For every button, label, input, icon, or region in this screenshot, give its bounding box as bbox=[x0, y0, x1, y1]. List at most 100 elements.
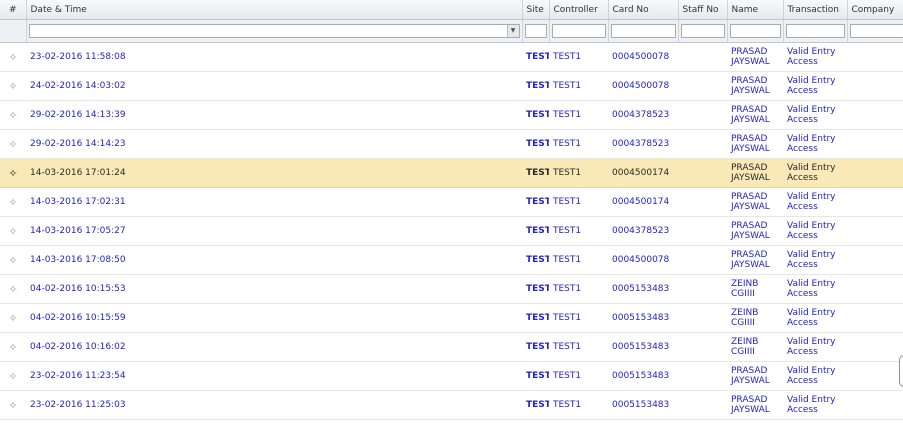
cell-company[interactable] bbox=[847, 42, 903, 72]
cell-site[interactable]: TEST bbox=[522, 361, 549, 391]
cell-datetime[interactable]: 14-03-2016 17:01:24 bbox=[26, 158, 522, 188]
cell-controller[interactable]: TEST1 bbox=[549, 100, 608, 130]
cell-controller[interactable]: TEST1 bbox=[549, 245, 608, 275]
cell-company[interactable] bbox=[847, 274, 903, 304]
drag-move-icon[interactable]: ✧ bbox=[0, 100, 26, 130]
cell-transaction[interactable]: Valid Entry Access bbox=[783, 361, 847, 391]
cell-controller[interactable]: TEST1 bbox=[549, 216, 608, 246]
cell-staff-no[interactable] bbox=[678, 274, 727, 304]
column-header-name[interactable]: Name bbox=[727, 0, 784, 20]
cell-staff-no[interactable] bbox=[678, 129, 727, 159]
drag-move-icon[interactable]: ✧ bbox=[0, 419, 26, 429]
cell-site[interactable]: TEST bbox=[522, 42, 549, 72]
cell-card-no[interactable]: 0004500174 bbox=[608, 158, 678, 188]
drag-move-icon[interactable]: ✧ bbox=[0, 390, 26, 420]
cell-transaction[interactable]: Valid Entry Access bbox=[783, 71, 847, 101]
cell-staff-no[interactable] bbox=[678, 216, 727, 246]
cell-transaction[interactable]: Valid Entry Access bbox=[783, 303, 847, 333]
cell-card-no[interactable] bbox=[608, 419, 678, 429]
cell-name[interactable]: ZEINB CGIIII bbox=[727, 332, 783, 362]
table-row[interactable]: ✧ 23-02-2016 11:23:54 TEST TEST1 0005153… bbox=[0, 361, 903, 391]
cell-datetime[interactable]: 14-03-2016 17:08:50 bbox=[26, 245, 522, 275]
drag-move-icon[interactable]: ✧ bbox=[0, 42, 26, 72]
cell-datetime[interactable]: 14-03-2016 17:05:27 bbox=[26, 216, 522, 246]
card-no-filter-input[interactable] bbox=[610, 24, 676, 38]
cell-datetime[interactable]: 23-02-2016 11:25:03 bbox=[26, 390, 522, 420]
cell-name[interactable]: PRASAD bbox=[727, 419, 783, 429]
drag-move-icon[interactable]: ✧ bbox=[0, 71, 26, 101]
table-row[interactable]: ✧ 14-03-2016 17:01:24 TEST TEST1 0004500… bbox=[0, 158, 903, 188]
drag-move-icon[interactable]: ✧ bbox=[0, 361, 26, 391]
cell-card-no[interactable]: 0005153483 bbox=[608, 274, 678, 304]
cell-controller[interactable]: TEST1 bbox=[549, 42, 608, 72]
cell-controller[interactable]: TEST1 bbox=[549, 361, 608, 391]
cell-transaction[interactable]: Valid Entry Access bbox=[783, 100, 847, 130]
cell-site[interactable]: TEST bbox=[522, 100, 549, 130]
cell-company[interactable] bbox=[847, 100, 903, 130]
cell-staff-no[interactable] bbox=[678, 332, 727, 362]
cell-site[interactable]: TEST bbox=[522, 274, 549, 304]
cell-datetime[interactable]: 14-03-2016 17:02:31 bbox=[26, 187, 522, 217]
cell-datetime[interactable]: 29-02-2016 14:13:39 bbox=[26, 100, 522, 130]
cell-controller[interactable]: TEST1 bbox=[549, 71, 608, 101]
table-row[interactable]: ✧ 29-02-2016 14:14:23 TEST TEST1 0004378… bbox=[0, 129, 903, 159]
column-header-staff-no[interactable]: Staff No bbox=[678, 0, 728, 20]
cell-card-no[interactable]: 0004378523 bbox=[608, 129, 678, 159]
cell-name[interactable]: PRASAD JAYSWAL bbox=[727, 129, 783, 159]
cell-company[interactable] bbox=[847, 419, 903, 429]
cell-card-no[interactable]: 0005153483 bbox=[608, 361, 678, 391]
cell-site[interactable] bbox=[522, 419, 549, 429]
cell-name[interactable]: ZEINB CGIIII bbox=[727, 303, 783, 333]
cell-transaction[interactable]: Valid Entry Access bbox=[783, 332, 847, 362]
drag-move-icon[interactable]: ✧ bbox=[0, 187, 26, 217]
cell-transaction[interactable]: Valid Entry Access bbox=[783, 245, 847, 275]
column-header-datetime[interactable]: Date & Time bbox=[26, 0, 523, 20]
column-header-transaction[interactable]: Transaction bbox=[783, 0, 848, 20]
table-row[interactable]: ✧ 23-02-2016 11:25:03 TEST TEST1 0005153… bbox=[0, 390, 903, 420]
cell-site[interactable]: TEST bbox=[522, 129, 549, 159]
cell-site[interactable]: TEST bbox=[522, 245, 549, 275]
drag-move-icon[interactable]: ✧ bbox=[0, 274, 26, 304]
column-header-controller[interactable]: Controller bbox=[549, 0, 609, 20]
cell-name[interactable]: PRASAD JAYSWAL bbox=[727, 158, 783, 188]
column-header-company[interactable]: Company bbox=[847, 0, 903, 20]
cell-company[interactable] bbox=[847, 129, 903, 159]
site-filter-input[interactable] bbox=[524, 24, 547, 38]
controller-filter-input[interactable] bbox=[551, 24, 606, 38]
cell-controller[interactable]: TEST1 bbox=[549, 303, 608, 333]
column-header-card-no[interactable]: Card No bbox=[608, 0, 679, 20]
drag-move-icon[interactable]: ✧ bbox=[0, 129, 26, 159]
cell-controller[interactable]: TEST1 bbox=[549, 158, 608, 188]
cell-card-no[interactable]: 0004378523 bbox=[608, 216, 678, 246]
column-header-index[interactable]: # bbox=[0, 0, 27, 20]
cell-card-no[interactable]: 0005153483 bbox=[608, 303, 678, 333]
datetime-filter-input[interactable]: ▼ bbox=[28, 24, 520, 38]
cell-controller[interactable]: TEST1 bbox=[549, 187, 608, 217]
cell-transaction[interactable]: Valid Entry Access bbox=[783, 158, 847, 188]
chevron-down-icon[interactable]: ▼ bbox=[506, 25, 519, 37]
scrollbar-thumb[interactable] bbox=[899, 355, 903, 387]
cell-name[interactable]: PRASAD JAYSWAL bbox=[727, 245, 783, 275]
company-filter-input[interactable] bbox=[849, 24, 903, 38]
table-row[interactable]: ✧ 04-02-2016 10:16:02 TEST TEST1 0005153… bbox=[0, 332, 903, 362]
cell-card-no[interactable]: 0004500174 bbox=[608, 187, 678, 217]
cell-datetime[interactable] bbox=[26, 419, 522, 429]
cell-company[interactable] bbox=[847, 187, 903, 217]
table-row[interactable]: ✧ 04-02-2016 10:15:59 TEST TEST1 0005153… bbox=[0, 303, 903, 333]
cell-site[interactable]: TEST bbox=[522, 332, 549, 362]
cell-staff-no[interactable] bbox=[678, 245, 727, 275]
staff-no-filter-input[interactable] bbox=[680, 24, 725, 38]
cell-controller[interactable]: TEST1 bbox=[549, 274, 608, 304]
cell-staff-no[interactable] bbox=[678, 71, 727, 101]
cell-datetime[interactable]: 23-02-2016 11:23:54 bbox=[26, 361, 522, 391]
table-row[interactable]: ✧ 24-02-2016 14:03:02 TEST TEST1 0004500… bbox=[0, 71, 903, 101]
cell-name[interactable]: PRASAD JAYSWAL bbox=[727, 100, 783, 130]
cell-name[interactable]: PRASAD JAYSWAL bbox=[727, 187, 783, 217]
transaction-filter-input[interactable] bbox=[785, 24, 845, 38]
cell-card-no[interactable]: 0005153483 bbox=[608, 332, 678, 362]
cell-card-no[interactable]: 0004378523 bbox=[608, 100, 678, 130]
cell-company[interactable] bbox=[847, 332, 903, 362]
cell-name[interactable]: ZEINB CGIIII bbox=[727, 274, 783, 304]
cell-site[interactable]: TEST bbox=[522, 71, 549, 101]
table-row[interactable]: ✧ 23-02-2016 11:58:08 TEST TEST1 0004500… bbox=[0, 42, 903, 72]
